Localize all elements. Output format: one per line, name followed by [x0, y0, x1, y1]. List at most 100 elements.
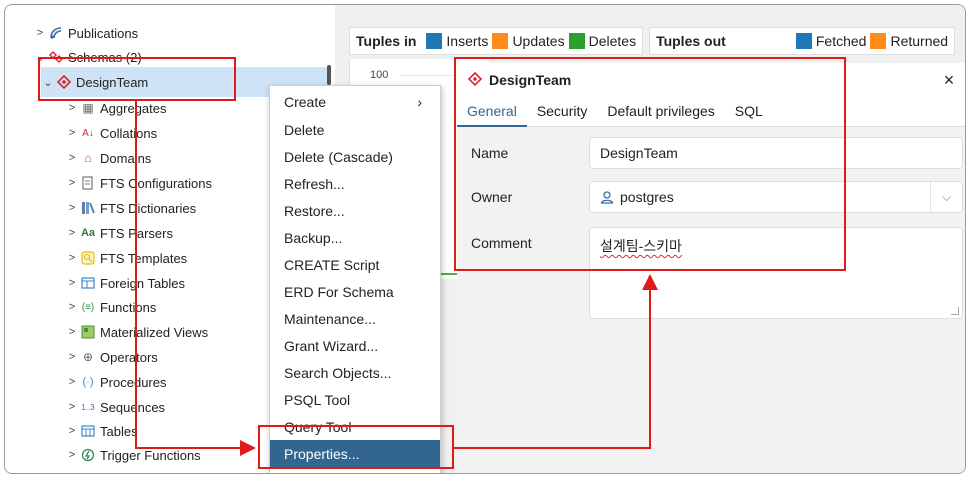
- fts-configurations-icon: [79, 175, 97, 191]
- tree-item-domains[interactable]: > ⌂ Domains: [65, 146, 152, 170]
- menu-item-restore[interactable]: Restore...: [270, 197, 440, 224]
- tree-item-trigger-functions[interactable]: > Trigger Functions: [65, 443, 201, 467]
- owner-select[interactable]: postgres ⌵: [589, 181, 963, 213]
- tree-item-operators[interactable]: > ⊕ Operators: [65, 345, 158, 369]
- tree-item-label: Publications: [68, 25, 139, 41]
- tab-sql[interactable]: SQL: [725, 97, 773, 127]
- legend-label: Fetched: [815, 33, 867, 49]
- menu-item-delete[interactable]: Delete: [270, 116, 440, 143]
- tree-item-label: Trigger Functions: [100, 447, 201, 463]
- tree-item-label: Sequences: [100, 399, 166, 415]
- tree-item-procedures[interactable]: > (·) Procedures: [65, 370, 167, 394]
- menu-item-refresh[interactable]: Refresh...: [270, 170, 440, 197]
- chevron-down-icon[interactable]: ⌄: [33, 51, 47, 64]
- tree-item-label: FTS Dictionaries: [100, 200, 197, 216]
- tree-item-functions[interactable]: > (≡) Functions: [65, 295, 157, 319]
- chevron-right-icon[interactable]: >: [65, 202, 79, 214]
- tuples-in-panel: Tuples in Inserts Updates Deletes: [349, 27, 644, 55]
- screenshot-frame: > Publications ⌄ Schemas (2) ⌄ DesignTea…: [4, 4, 966, 474]
- operators-icon: ⊕: [82, 350, 94, 364]
- menu-item-maintenance[interactable]: Maintenance...: [270, 305, 440, 332]
- name-value: DesignTeam: [600, 145, 678, 161]
- chevron-right-icon[interactable]: >: [33, 27, 47, 39]
- chevron-right-icon[interactable]: >: [65, 425, 79, 437]
- tab-general[interactable]: General: [457, 97, 527, 127]
- tuples-in-title: Tuples in: [356, 33, 417, 49]
- tree-item-schemas[interactable]: ⌄ Schemas (2): [33, 45, 141, 69]
- tree-item-foreign-tables[interactable]: > Foreign Tables: [65, 271, 185, 295]
- menu-item-delete-cascade[interactable]: Delete (Cascade): [270, 143, 440, 170]
- tab-security[interactable]: Security: [527, 97, 598, 127]
- context-menu: Create › Delete Delete (Cascade) Refresh…: [269, 85, 441, 473]
- comment-textarea[interactable]: 설계팀-스키마: [589, 227, 963, 319]
- collations-icon: A↓: [82, 127, 94, 139]
- tree-item-label: Materialized Views: [100, 324, 209, 340]
- tree-item-label: Procedures: [100, 374, 167, 390]
- chevron-right-icon[interactable]: >: [65, 102, 79, 114]
- chevron-right-icon[interactable]: >: [65, 449, 79, 461]
- user-icon: [600, 190, 614, 204]
- chevron-right-icon[interactable]: >: [65, 127, 79, 139]
- stats-legend-bar: Tuples in Inserts Updates Deletes Tuples…: [349, 27, 956, 55]
- close-icon[interactable]: ×: [939, 69, 959, 91]
- schema-properties-dialog: DesignTeam × General Security Default pr…: [457, 63, 965, 473]
- tree-item-fts-configurations[interactable]: > FTS Configurations: [65, 171, 212, 195]
- tree-item-fts-dictionaries[interactable]: > FTS Dictionaries: [65, 196, 196, 220]
- resize-handle[interactable]: [951, 307, 959, 315]
- legend-swatch: [870, 33, 887, 49]
- chevron-right-icon[interactable]: >: [65, 227, 79, 239]
- name-label: Name: [471, 145, 509, 161]
- chevron-right-icon[interactable]: >: [65, 401, 79, 413]
- menu-item-properties[interactable]: Properties...: [270, 440, 440, 467]
- chevron-right-icon[interactable]: >: [65, 326, 79, 338]
- trigger-functions-icon: [79, 447, 97, 463]
- legend-label: Deletes: [588, 33, 637, 49]
- schemas-icon: [47, 49, 65, 65]
- owner-label: Owner: [471, 189, 513, 205]
- menu-item-psql-tool[interactable]: PSQL Tool: [270, 386, 440, 413]
- tree-item-label: FTS Configurations: [100, 175, 212, 191]
- tree-scrollbar[interactable]: [327, 65, 331, 85]
- tree-item-label: DesignTeam: [76, 74, 149, 90]
- tree-item-label: Domains: [100, 150, 152, 166]
- tree-item-fts-templates[interactable]: > FTS Templates: [65, 246, 187, 270]
- menu-item-query-tool[interactable]: Query Tool: [270, 413, 440, 440]
- tree-item-aggregates[interactable]: > ▦ Aggregates: [65, 96, 167, 120]
- chevron-right-icon[interactable]: >: [65, 376, 79, 388]
- chevron-right-icon[interactable]: >: [65, 277, 79, 289]
- aggregates-icon: ▦: [82, 101, 94, 115]
- menu-item-erd-for-schema[interactable]: ERD For Schema: [270, 278, 440, 305]
- menu-item-create-script[interactable]: CREATE Script: [270, 251, 440, 278]
- chevron-right-icon[interactable]: >: [65, 152, 79, 164]
- chevron-down-icon[interactable]: ⌵: [930, 182, 962, 212]
- menu-item-grant-wizard[interactable]: Grant Wizard...: [270, 332, 440, 359]
- tree-item-label: FTS Parsers: [100, 225, 173, 241]
- chevron-right-icon[interactable]: >: [65, 301, 79, 313]
- tree-item-publications[interactable]: > Publications: [33, 21, 138, 45]
- dialog-title: DesignTeam: [489, 72, 572, 88]
- menu-item-create[interactable]: Create ›: [270, 88, 440, 115]
- sequences-icon: 1..3: [81, 402, 95, 412]
- tree-item-collations[interactable]: > A↓ Collations: [65, 121, 157, 145]
- legend-swatch: [426, 33, 443, 49]
- tree-item-tables[interactable]: > Tables: [65, 419, 138, 443]
- tree-item-materialized-views[interactable]: > Materialized Views: [65, 320, 208, 344]
- chevron-down-icon[interactable]: ⌄: [41, 76, 55, 89]
- legend-swatch: [492, 33, 509, 49]
- general-form: Name DesignTeam Owner postgres ⌵ Comment…: [457, 127, 965, 473]
- tree-item-sequences[interactable]: > 1..3 Sequences: [65, 395, 165, 419]
- functions-icon: (≡): [81, 301, 95, 313]
- menu-item-backup[interactable]: Backup...: [270, 224, 440, 251]
- tree-item-label: Foreign Tables: [100, 275, 186, 291]
- tree-item-label: Functions: [100, 299, 157, 315]
- legend-label: Returned: [890, 33, 949, 49]
- comment-label: Comment: [471, 235, 532, 251]
- menu-item-search-objects[interactable]: Search Objects...: [270, 359, 440, 386]
- chevron-right-icon[interactable]: >: [65, 351, 79, 363]
- chevron-right-icon[interactable]: >: [65, 177, 79, 189]
- name-field[interactable]: DesignTeam: [589, 137, 963, 169]
- chevron-right-icon[interactable]: >: [65, 252, 79, 264]
- tree-item-fts-parsers[interactable]: > Aa FTS Parsers: [65, 221, 173, 245]
- menu-item-label: Create: [284, 93, 327, 110]
- tab-default-privileges[interactable]: Default privileges: [597, 97, 724, 127]
